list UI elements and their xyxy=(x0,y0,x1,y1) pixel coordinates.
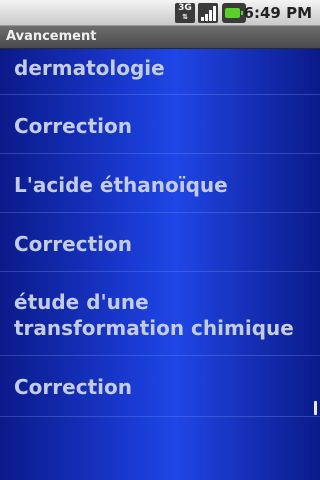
list-item-acide-ethanoique[interactable]: L'acide éthanoïque xyxy=(0,154,320,213)
phone-screen: 3G ⇅ 6:49 PM Avancement dermatologie Cor… xyxy=(0,0,320,480)
list-item-correction-3[interactable]: Correction xyxy=(0,356,320,417)
list-item-label: Correction xyxy=(14,114,132,138)
list-item-correction-1[interactable]: Correction xyxy=(0,95,320,154)
list-item-correction-2[interactable]: Correction xyxy=(0,213,320,272)
list-scrollbar[interactable] xyxy=(314,401,317,415)
battery-icon xyxy=(222,3,246,23)
signal-strength-icon xyxy=(198,3,218,23)
network-type-label: 3G xyxy=(178,3,192,13)
list-item-transformation-chimique[interactable]: étude d'une transformation chimique xyxy=(0,272,320,356)
status-bar: 3G ⇅ 6:49 PM xyxy=(0,0,320,26)
content-list[interactable]: dermatologie Correction L'acide éthanoïq… xyxy=(0,49,320,480)
list-item-label-line1: étude d'une xyxy=(14,290,149,314)
list-item-label: L'acide éthanoïque xyxy=(14,173,228,197)
list-item-label: Correction xyxy=(14,232,132,256)
app-title: Avancement xyxy=(6,29,97,44)
app-title-bar: Avancement xyxy=(0,26,320,49)
list-item-dermatologie[interactable]: dermatologie xyxy=(0,49,320,95)
list-item-label: Correction xyxy=(14,375,132,399)
3g-data-icon: 3G ⇅ xyxy=(175,3,195,23)
data-arrows-icon: ⇅ xyxy=(182,13,188,21)
list-item-label-line2: transformation chimique xyxy=(14,316,294,340)
list-item-label: dermatologie xyxy=(14,56,165,80)
status-clock: 6:49 PM xyxy=(243,4,312,22)
